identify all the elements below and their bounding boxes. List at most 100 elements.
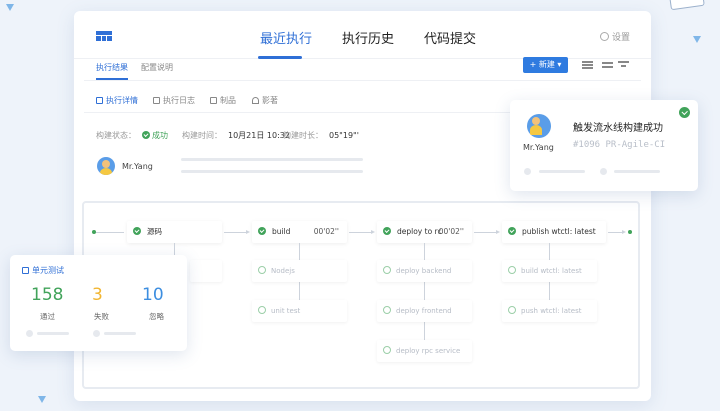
filter-icon[interactable] <box>618 59 629 70</box>
job-label: deploy rpc service <box>396 347 461 355</box>
job-build-wtctl[interactable]: build wtctl: latest <box>502 260 597 282</box>
settings-sliders-icon[interactable] <box>602 59 613 70</box>
success-icon <box>133 227 141 235</box>
stage-deploy-rc[interactable]: deploy to rc 00'02'' <box>377 221 472 243</box>
job-label: unit test <box>271 307 301 315</box>
build-status: 构建状态： 成功 <box>96 130 168 141</box>
arrow-icon <box>371 229 375 234</box>
job-label: build wtctl: latest <box>521 267 582 275</box>
subtab-results[interactable]: 执行结果 <box>96 62 128 73</box>
success-check-icon <box>679 107 690 118</box>
tab-run-log[interactable]: 执行日志 <box>153 95 195 106</box>
subtab-config[interactable]: 配置说明 <box>141 62 173 73</box>
list-icon <box>96 97 103 104</box>
connector <box>224 232 248 233</box>
settings-label: 设置 <box>612 33 631 43</box>
artifact-icon <box>210 97 217 104</box>
tab-code-commits[interactable]: 代码提交 <box>424 28 476 47</box>
trigger-title: 触发流水线构建成功 <box>573 123 663 134</box>
active-tab-indicator <box>258 56 302 59</box>
placeholder-bar <box>104 332 136 335</box>
stage-label: publish wtctl: latest <box>522 227 596 236</box>
build-duration-value: 05"19"' <box>329 131 359 140</box>
placeholder-bar <box>614 170 660 173</box>
success-outline-icon <box>508 306 516 314</box>
placeholder-bar <box>181 158 363 161</box>
tab-run-history[interactable]: 执行历史 <box>342 28 394 47</box>
job-push-wtctl[interactable]: push wtctl: latest <box>502 300 597 322</box>
success-outline-icon <box>258 306 266 314</box>
job-label: Nodejs <box>271 267 295 275</box>
pipeline-end-dot <box>628 230 632 234</box>
passed-label: 通过 <box>40 312 55 321</box>
stage-label: build <box>272 227 291 236</box>
tab-recent-runs[interactable]: 最近执行 <box>260 28 312 47</box>
arrow-icon <box>246 229 250 234</box>
tab-impact[interactable]: 影著 <box>252 95 278 106</box>
user-name: Mr.Yang <box>122 162 153 171</box>
sort-icon[interactable] <box>582 59 593 70</box>
job-unit-test[interactable]: unit test <box>252 300 347 322</box>
job-deploy-backend[interactable]: deploy backend <box>377 260 472 282</box>
connector <box>349 232 373 233</box>
trigger-subtitle: #1096 PR-Agile-CI <box>573 140 666 150</box>
job-label: deploy backend <box>396 267 452 275</box>
unit-test-card: 单元测试 158 3 10 通过 失败 忽略 <box>10 255 187 351</box>
avatar <box>97 157 115 175</box>
build-status-label: 构建状态： <box>96 131 136 140</box>
build-status-value: 成功 <box>152 131 168 140</box>
decor-card <box>669 0 705 11</box>
failed-count: 3 <box>92 285 103 305</box>
unit-test-title: 单元测试 <box>22 265 64 276</box>
success-outline-icon <box>258 266 266 274</box>
stage-publish[interactable]: publish wtctl: latest <box>502 221 606 243</box>
success-outline-icon <box>383 346 391 354</box>
placeholder-bar <box>181 170 363 173</box>
tab-artifacts[interactable]: 制品 <box>210 95 236 106</box>
job-deploy-rpc[interactable]: deploy rpc service <box>377 340 472 362</box>
tab-run-detail-label: 执行详情 <box>106 96 138 105</box>
job-nodejs[interactable]: Nodejs <box>252 260 347 282</box>
job-deploy-frontend[interactable]: deploy frontend <box>377 300 472 322</box>
stage-source[interactable]: 源码 <box>127 221 222 243</box>
placeholder-dot <box>600 168 607 175</box>
log-icon <box>153 97 160 104</box>
tab-run-log-label: 执行日志 <box>163 96 195 105</box>
test-icon <box>22 267 29 274</box>
build-duration-label: 构建时长： <box>283 131 323 140</box>
stage-duration: 00'02'' <box>438 227 464 236</box>
success-icon <box>142 131 150 139</box>
ignored-label: 忽略 <box>149 312 164 321</box>
passed-count: 158 <box>31 285 64 305</box>
success-outline-icon <box>383 266 391 274</box>
success-icon <box>508 227 516 235</box>
failed-label: 失败 <box>94 312 109 321</box>
stage-build[interactable]: build 00'02'' <box>252 221 347 243</box>
trigger-notification-card[interactable]: Mr.Yang 触发流水线构建成功 #1096 PR-Agile-CI <box>510 100 698 191</box>
placeholder-bar <box>37 332 69 335</box>
trigger-user-name: Mr.Yang <box>523 143 554 152</box>
app-logo-icon <box>96 31 112 41</box>
settings-button[interactable]: 设置 <box>600 30 630 43</box>
build-time-value: 10月21日 10:32 <box>228 131 290 140</box>
placeholder-dot <box>93 330 100 337</box>
job-label: push wtctl: latest <box>521 307 582 315</box>
stage-duration: 00'02'' <box>313 227 339 236</box>
tab-run-detail[interactable]: 执行详情 <box>96 95 138 106</box>
build-time-label: 构建时间： <box>182 131 222 140</box>
success-icon <box>383 227 391 235</box>
arrow-icon <box>622 229 626 234</box>
tab-artifacts-label: 制品 <box>220 96 236 105</box>
gear-icon <box>600 32 609 41</box>
gauge-icon <box>252 97 259 104</box>
build-time: 构建时间： 10月21日 10:32 <box>182 130 290 141</box>
new-button[interactable]: + 新建 ▾ <box>523 57 568 73</box>
placeholder-bar <box>539 170 585 173</box>
decor-triangle <box>693 36 701 43</box>
placeholder-dot <box>524 168 531 175</box>
top-nav: 最近执行 执行历史 代码提交 设置 <box>74 11 651 59</box>
divider <box>84 80 641 81</box>
success-outline-icon <box>383 306 391 314</box>
stage-label: deploy to rc <box>397 227 442 236</box>
stage-label: 源码 <box>147 227 162 236</box>
